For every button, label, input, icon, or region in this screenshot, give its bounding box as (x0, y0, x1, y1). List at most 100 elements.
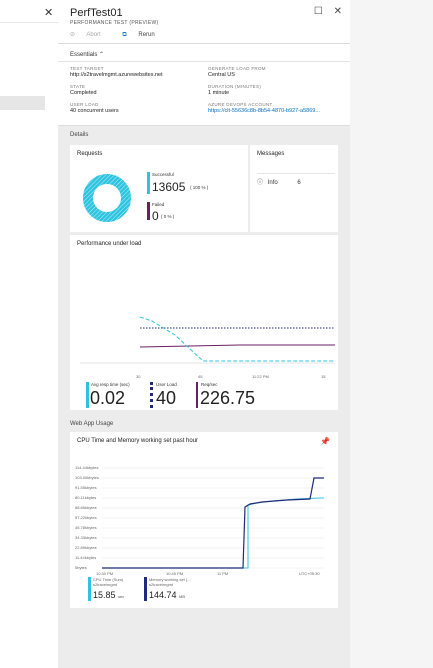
perf-card[interactable]: Performance under load 30 45 11:22 PM 15… (70, 235, 338, 410)
abort-label: Abort (86, 32, 101, 38)
resp-time-label: Avg resp time (sec) (91, 382, 130, 387)
info-icon: ⓘ (257, 180, 264, 186)
cpu-time-line (102, 497, 324, 569)
rerun-label: Rerun (138, 32, 155, 38)
memory-legend-value: 144.74 (149, 590, 177, 600)
background-blade: ✕ (0, 0, 58, 668)
close-icon[interactable]: ✕ (334, 6, 342, 17)
load-location-value: Central US (208, 72, 235, 78)
blade-toolbar: ⊘ Abort ⧉ Rerun (70, 31, 175, 39)
perf-x-tick: 45 (198, 374, 203, 379)
user-load-key: USER LOAD (70, 102, 99, 107)
state-value: Completed (70, 90, 97, 96)
requests-donut (83, 174, 131, 222)
successful-bar (147, 172, 150, 194)
cpu-memory-card[interactable]: CPU Time and Memory working set past hou… (70, 432, 338, 608)
cpu-y-tick: 80.11kbytes (75, 495, 97, 500)
close-icon[interactable]: ✕ (44, 6, 53, 19)
successful-pct: ( 100 % ) (190, 185, 209, 190)
user-load-label: User Load (156, 382, 177, 387)
cpu-y-tick: 57.22kbytes (75, 515, 97, 520)
test-target: TEST TARGET http://s2travelmgmt.azureweb… (70, 66, 200, 78)
req-sec-swatch (196, 382, 198, 408)
web-app-usage-label: Web App Usage (70, 421, 114, 427)
cpu-legend-swatch (88, 577, 91, 601)
devops-account-key: AZURE DEVOPS ACCOUNT (208, 102, 273, 107)
cpu-legend-sub: s2travelmgmt (93, 582, 118, 587)
perf-title: Performance under load (77, 241, 142, 247)
header-divider (0, 22, 58, 23)
cpu-x-tick: UTC+05:30 (299, 571, 320, 576)
perf-x-tick: 11:22 PM (252, 374, 269, 379)
blade-subtitle: PERFORMANCE TEST (PREVIEW) (70, 20, 159, 26)
resp-time-line (139, 316, 335, 362)
cpu-y-tick: 45.78kbytes (75, 525, 97, 530)
memory-legend-value-row: 144.74 MB (149, 590, 185, 600)
user-load-swatch (150, 382, 153, 408)
blade-header: PerfTest01 PERFORMANCE TEST (PREVIEW) ☐ … (58, 0, 350, 44)
messages-divider (257, 173, 335, 174)
maximize-icon[interactable]: ☐ (314, 6, 323, 17)
cpu-y-tick: 22.89kbytes (75, 545, 97, 550)
cpu-legend-value-row: 15.85 sec (93, 590, 124, 600)
essentials-title: Essentials (70, 52, 98, 58)
failed-bar (147, 202, 150, 220)
cpu-y-tick: 114.44kbytes (75, 465, 99, 470)
devops-account-link[interactable]: https://clt-55636c8b-8b54-4870-b927-a586… (208, 108, 348, 114)
devops-account: AZURE DEVOPS ACCOUNT https://clt-55636c8… (208, 102, 348, 114)
cpu-y-tick: 68.66kbytes (75, 505, 97, 510)
state: STATE Completed (70, 84, 97, 96)
cpu-title: CPU Time and Memory working set past hou… (77, 438, 199, 444)
req-sec-value: 226.75 (200, 388, 256, 408)
selected-row-bar[interactable] (0, 96, 45, 110)
cpu-y-tick: 34.33kbytes (75, 535, 97, 540)
cpu-y-tick: 11.44kbytes (75, 555, 97, 560)
details-section-label: Details (70, 132, 89, 138)
successful-value: 13605 (152, 180, 186, 194)
essentials-divider (58, 61, 350, 62)
cpu-x-tick: 10:45 PM (166, 571, 184, 576)
test-target-key: TEST TARGET (70, 66, 104, 71)
rerun-button[interactable]: ⧉ Rerun (122, 32, 164, 38)
resp-time-value: 0.02 (90, 388, 126, 408)
perf-test-blade: PerfTest01 PERFORMANCE TEST (PREVIEW) ☐ … (58, 0, 350, 668)
blade-title: PerfTest01 (70, 7, 123, 19)
user-load: USER LOAD 40 concurrent users (70, 102, 119, 114)
user-load-value: 40 concurrent users (70, 108, 119, 114)
perf-x-tick: 15 (321, 374, 326, 379)
abort-button[interactable]: ⊘ Abort (70, 32, 112, 38)
duration-key: DURATION (MINUTES) (208, 84, 262, 89)
duration: DURATION (MINUTES) 1 minute (208, 84, 261, 96)
info-count: 6 (297, 180, 301, 186)
req-sec-label: Req/sec (201, 382, 218, 387)
failed-value: 0 (152, 209, 159, 223)
state-key: STATE (70, 84, 86, 89)
cpu-x-tick: 11 PM (217, 571, 229, 576)
rerun-icon: ⧉ (122, 32, 127, 38)
memory-legend-swatch (144, 577, 147, 601)
cpu-memory-chart (102, 467, 324, 569)
user-load-value: 40 (156, 388, 177, 408)
resp-time-swatch (86, 382, 89, 408)
req-sec-line (139, 344, 335, 348)
failed-pct: ( 0 % ) (161, 214, 175, 219)
cpu-y-tick: 91.55kbytes (75, 485, 97, 490)
failed-label: Failed (152, 202, 165, 207)
memory-legend-unit: MB (179, 594, 186, 599)
load-location: GENERATE LOAD FROM Central US (208, 66, 346, 78)
messages-card[interactable]: Messages ⓘ Info 6 (250, 145, 338, 232)
pin-icon[interactable]: 📌 (320, 437, 330, 446)
cpu-legend-value: 15.85 (93, 590, 116, 600)
successful-label: Successful (152, 172, 174, 177)
cpu-x-tick: 10:30 PM (96, 571, 114, 576)
essentials-toggle[interactable]: Essentials ⌃ (70, 51, 104, 58)
requests-card[interactable]: Requests Successful 13605 ( 100 % ) Fail… (70, 145, 248, 232)
memory-legend-sub: s2travelmgmt (149, 582, 174, 587)
perf-chart (80, 316, 335, 364)
essentials-panel: Essentials ⌃ TEST TARGET http://s2travel… (58, 44, 350, 126)
chevron-up-icon: ⌃ (99, 52, 105, 58)
empty-workspace (350, 0, 433, 668)
info-row[interactable]: ⓘ Info 6 (257, 177, 301, 186)
perf-x-tick: 30 (136, 374, 141, 379)
test-target-value: http://s2travelmgmt.azurewebsites.net (70, 72, 163, 78)
